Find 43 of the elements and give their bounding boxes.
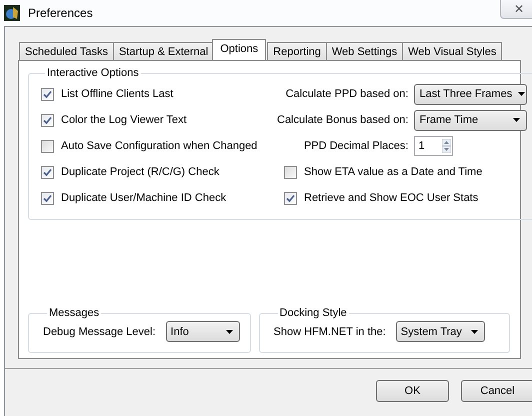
tab[interactable]: Startup & External xyxy=(112,42,214,60)
checkbox-label: Color the Log Viewer Text xyxy=(61,114,187,126)
checkbox-label: Show ETA value as a Date and Time xyxy=(304,166,482,178)
checkbox-label: Retrieve and Show EOC User Stats xyxy=(304,192,478,204)
dropdown[interactable]: System Tray xyxy=(396,321,485,342)
dialog-button[interactable]: Cancel xyxy=(461,380,532,402)
checkbox[interactable] xyxy=(284,166,297,178)
checkbox-label: Duplicate Project (R/C/G) Check xyxy=(61,166,220,178)
field-label: PPD Decimal Places: xyxy=(302,140,410,152)
checkbox-label: List Offline Clients Last xyxy=(61,88,174,100)
group-title: Interactive Options xyxy=(46,67,140,79)
tab[interactable]: Options xyxy=(212,39,266,60)
close-button[interactable]: ✕ xyxy=(500,0,532,19)
field-label: Show HFM.NET in the: xyxy=(274,326,386,338)
field-label: Debug Message Level: xyxy=(43,326,156,338)
dialog-button[interactable]: OK xyxy=(376,380,449,402)
dropdown[interactable]: Info xyxy=(166,321,240,342)
tab[interactable]: Web Visual Styles xyxy=(402,42,502,60)
caret-icon xyxy=(513,118,520,122)
checkbox-label: Auto Save Configuration when Changed xyxy=(61,140,258,152)
spinner-field[interactable]: 1 xyxy=(414,136,528,156)
spinner-arrows-icon xyxy=(442,139,452,153)
dropdown[interactable]: Frame Time xyxy=(414,110,528,130)
tab[interactable]: Reporting xyxy=(267,42,327,60)
window-title: Preferences xyxy=(28,6,93,20)
checkbox[interactable] xyxy=(41,140,54,152)
checkbox[interactable] xyxy=(41,166,54,178)
checkbox[interactable] xyxy=(284,192,297,204)
tab[interactable]: Scheduled Tasks xyxy=(19,42,114,60)
app-icon xyxy=(4,5,20,21)
tab[interactable]: Web Settings xyxy=(326,42,404,60)
caret-icon xyxy=(226,330,233,334)
checkbox[interactable] xyxy=(41,114,54,126)
group-title: Messages xyxy=(48,307,100,319)
dropdown[interactable]: Last Three Frames xyxy=(414,84,528,104)
checkbox[interactable] xyxy=(41,192,54,204)
field-label: Calculate Bonus based on: xyxy=(277,114,410,126)
checkbox[interactable] xyxy=(41,88,54,100)
caret-icon xyxy=(518,92,526,96)
group-title: Docking Style xyxy=(278,307,348,319)
checkbox-label: Duplicate User/Machine ID Check xyxy=(61,192,226,204)
caret-icon xyxy=(470,330,478,334)
field-label: Calculate PPD based on: xyxy=(284,88,410,100)
